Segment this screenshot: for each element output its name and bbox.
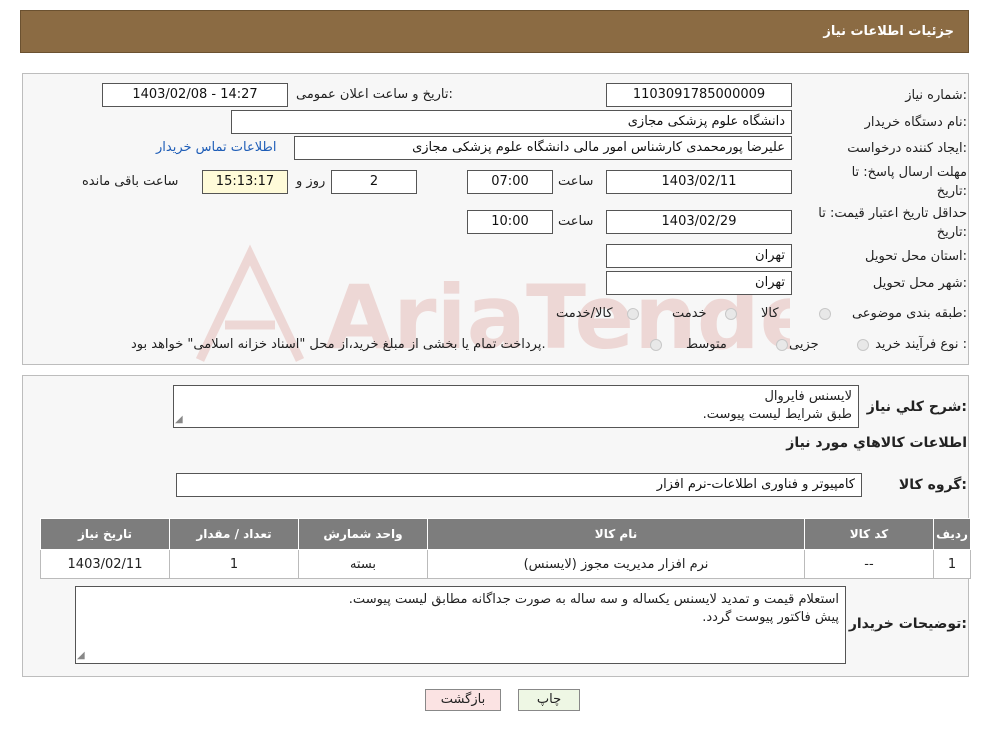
goods-group-field: کامپیوتر و فناوری اطلاعات-نرم افزار [176,473,862,497]
category-radio-goods-service[interactable] [627,308,639,320]
category-option-service: خدمت [672,306,707,321]
process-option-medium: متوسط [686,337,727,352]
creator-field: علیرضا پورمحمدی کارشناس امور مالی دانشگا… [294,136,792,160]
buyer-notes-textarea: استعلام قیمت و تمدید لایسنس یکساله و سه … [75,586,846,664]
summary-line-2: طبق شرایط لیست پیوست. [702,407,852,422]
category-radio-goods[interactable] [819,308,831,320]
table-header-row: رديف کد کالا نام کالا واحد شمارش تعداد /… [40,518,971,550]
cell-goods-name: نرم افزار مدیریت مجوز (لایسنس) [427,549,805,579]
process-radio-minor[interactable] [857,339,869,351]
province-field: تهران [606,244,792,268]
cell-quantity: 1 [169,549,299,579]
resize-grip-icon: ◢ [77,650,85,661]
announce-label: تاریخ و ساعت اعلان عمومی: [296,87,453,102]
process-label: نوع فرآیند خرید : [875,337,967,352]
col-quantity: تعداد / مقدار [169,518,299,550]
goods-table-wrap: رديف کد کالا نام کالا واحد شمارش تعداد /… [40,518,971,579]
deadline-label: مهلت ارسال پاسخ: تا [851,165,967,180]
process-radio-medium[interactable] [776,339,788,351]
creator-label: ایجاد کننده درخواست: [847,141,967,156]
cell-row-number: 1 [933,549,971,579]
goods-info-title: اطلاعات کالاهاي مورد نياز [786,435,967,451]
cell-goods-code: -- [804,549,934,579]
deadline-time-label: ساعت [558,174,594,189]
need-number-field: 1103091785000009 [606,83,792,107]
validity-label-date: تاریخ: [936,225,967,240]
need-number-label: شماره نیاز: [905,88,967,103]
col-need-date: تاريخ نياز [40,518,170,550]
city-label: شهر محل تحویل: [872,276,967,291]
page-title: جزئیات اطلاعات نیاز [823,24,954,39]
deadline-label-date: تاریخ: [936,184,967,199]
remaining-time-field: 15:13:17 [202,170,288,194]
announce-datetime-field: 1403/02/08 - 14:27 [102,83,288,107]
deadline-time-field: 07:00 [467,170,553,194]
city-field: تهران [606,271,792,295]
buyer-notes-line-1: استعلام قیمت و تمدید لایسنس یکساله و سه … [348,592,839,607]
col-row-number: رديف [933,518,971,550]
summary-line-1: لایسنس فایروال [764,389,852,404]
deadline-date-field: 1403/02/11 [606,170,792,194]
buyer-contact-link[interactable]: اطلاعات تماس خریدار [156,140,276,155]
process-note: پرداخت تمام یا بخشی از مبلغ خرید،از محل … [131,337,546,352]
province-label: استان محل تحویل: [865,249,967,264]
days-field: 2 [331,170,417,194]
col-goods-code: کد کالا [804,518,934,550]
print-button[interactable]: چاپ [518,689,580,711]
buyer-org-label: نام دستگاه خریدار: [864,115,967,130]
validity-time-field: 10:00 [467,210,553,234]
summary-label: شرح کلي نياز: [866,399,967,415]
buyer-notes-label: توضيحات خريدار: [848,616,967,632]
back-button[interactable]: بازگشت [425,689,501,711]
cell-need-date: 1403/02/11 [40,549,170,579]
resize-grip-icon: ◢ [175,414,183,425]
category-option-goods: کالا [761,306,779,321]
category-radio-service[interactable] [725,308,737,320]
validity-label: حداقل تاریخ اعتبار قیمت: تا [818,206,967,221]
category-option-goods-service: کالا/خدمت [556,306,613,321]
cell-unit: بسته [298,549,428,579]
category-label: طبقه بندی موضوعی: [851,306,967,321]
buyer-notes-line-2: پیش فاکتور پیوست گردد. [702,610,839,625]
validity-date-field: 1403/02/29 [606,210,792,234]
goods-group-label: گروه کالا: [898,477,967,493]
process-radio-treasury[interactable] [650,339,662,351]
process-option-minor: جزیی [789,337,819,352]
days-label: روز و [296,174,326,189]
buyer-org-field: دانشگاه علوم پزشکی مجازی [231,110,792,134]
table-row: 1 -- نرم افزار مدیریت مجوز (لایسنس) بسته… [40,549,971,579]
summary-textarea: لایسنس فایروال طبق شرایط لیست پیوست. [173,385,859,428]
validity-time-label: ساعت [558,214,594,229]
goods-table: رديف کد کالا نام کالا واحد شمارش تعداد /… [40,518,971,579]
col-goods-name: نام کالا [427,518,805,550]
page-header: جزئیات اطلاعات نیاز [20,10,969,53]
col-unit: واحد شمارش [298,518,428,550]
remaining-label: ساعت باقی مانده [82,174,179,189]
